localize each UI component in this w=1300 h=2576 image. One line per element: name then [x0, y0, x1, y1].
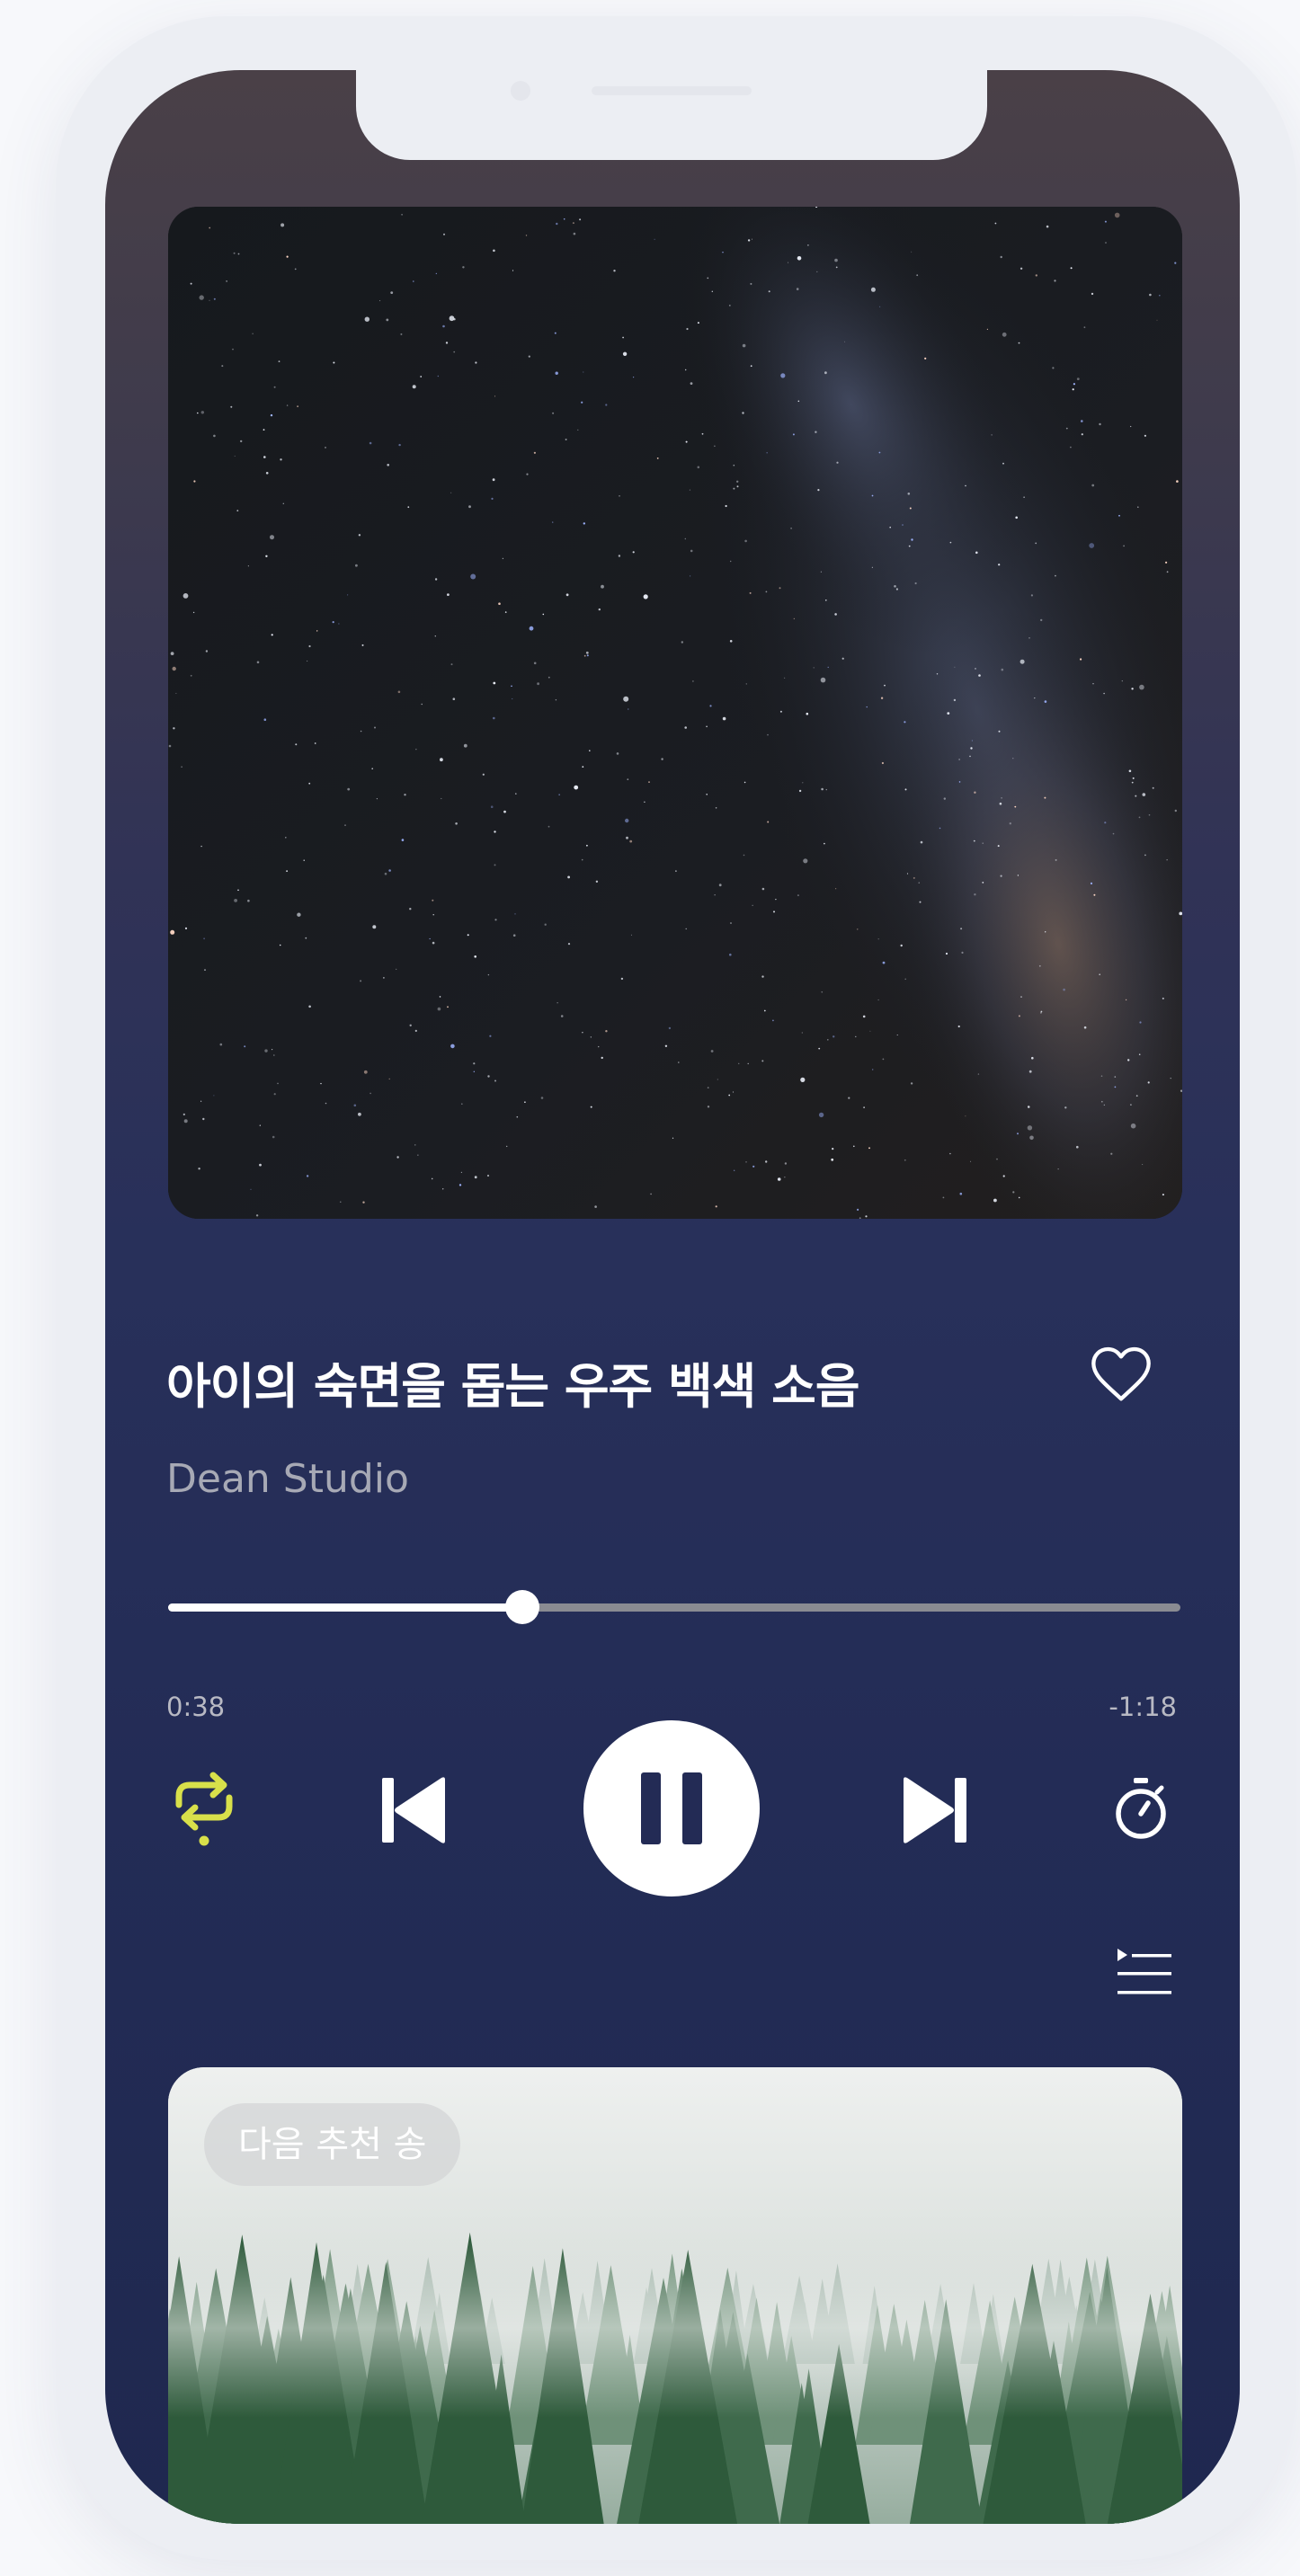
- artist-name: Dean Studio: [166, 1456, 409, 1502]
- progress-fill: [168, 1603, 523, 1612]
- front-camera: [511, 81, 530, 101]
- progress-slider[interactable]: [168, 1580, 1180, 1634]
- heart-outline-icon: [1091, 1346, 1151, 1401]
- stopwatch-icon: [1116, 1778, 1166, 1839]
- album-artwork: [168, 207, 1182, 1219]
- earpiece-speaker: [592, 86, 752, 95]
- previous-button[interactable]: [377, 1774, 449, 1846]
- pause-icon: [641, 1772, 702, 1844]
- repeat-icon: [175, 1772, 233, 1846]
- next-recommendation-card[interactable]: 다음 추천 송: [168, 2067, 1182, 2524]
- sleep-timer-button[interactable]: [1112, 1776, 1170, 1843]
- queue-list-icon: [1117, 1949, 1171, 1994]
- phone-notch: [356, 70, 987, 160]
- queue-button[interactable]: [1116, 1947, 1173, 1999]
- skip-next-icon: [904, 1777, 966, 1843]
- remaining-time: -1:18: [1109, 1692, 1177, 1722]
- next-button[interactable]: [900, 1774, 972, 1846]
- like-button[interactable]: [1085, 1337, 1157, 1409]
- progress-knob[interactable]: [505, 1590, 540, 1624]
- pause-button[interactable]: [583, 1720, 760, 1896]
- page-background: 아이의 숙면을 돕는 우주 백색 소음 Dean Studio 0:38 -1:…: [0, 0, 1300, 2576]
- elapsed-time: 0:38: [166, 1692, 226, 1722]
- track-title: 아이의 숙면을 돕는 우주 백색 소음: [166, 1358, 860, 1415]
- player-screen: 아이의 숙면을 돕는 우주 백색 소음 Dean Studio 0:38 -1:…: [105, 70, 1240, 2524]
- skip-previous-icon: [382, 1777, 445, 1843]
- next-recommendation-label: 다음 추천 송: [204, 2103, 461, 2186]
- repeat-button[interactable]: [166, 1765, 242, 1848]
